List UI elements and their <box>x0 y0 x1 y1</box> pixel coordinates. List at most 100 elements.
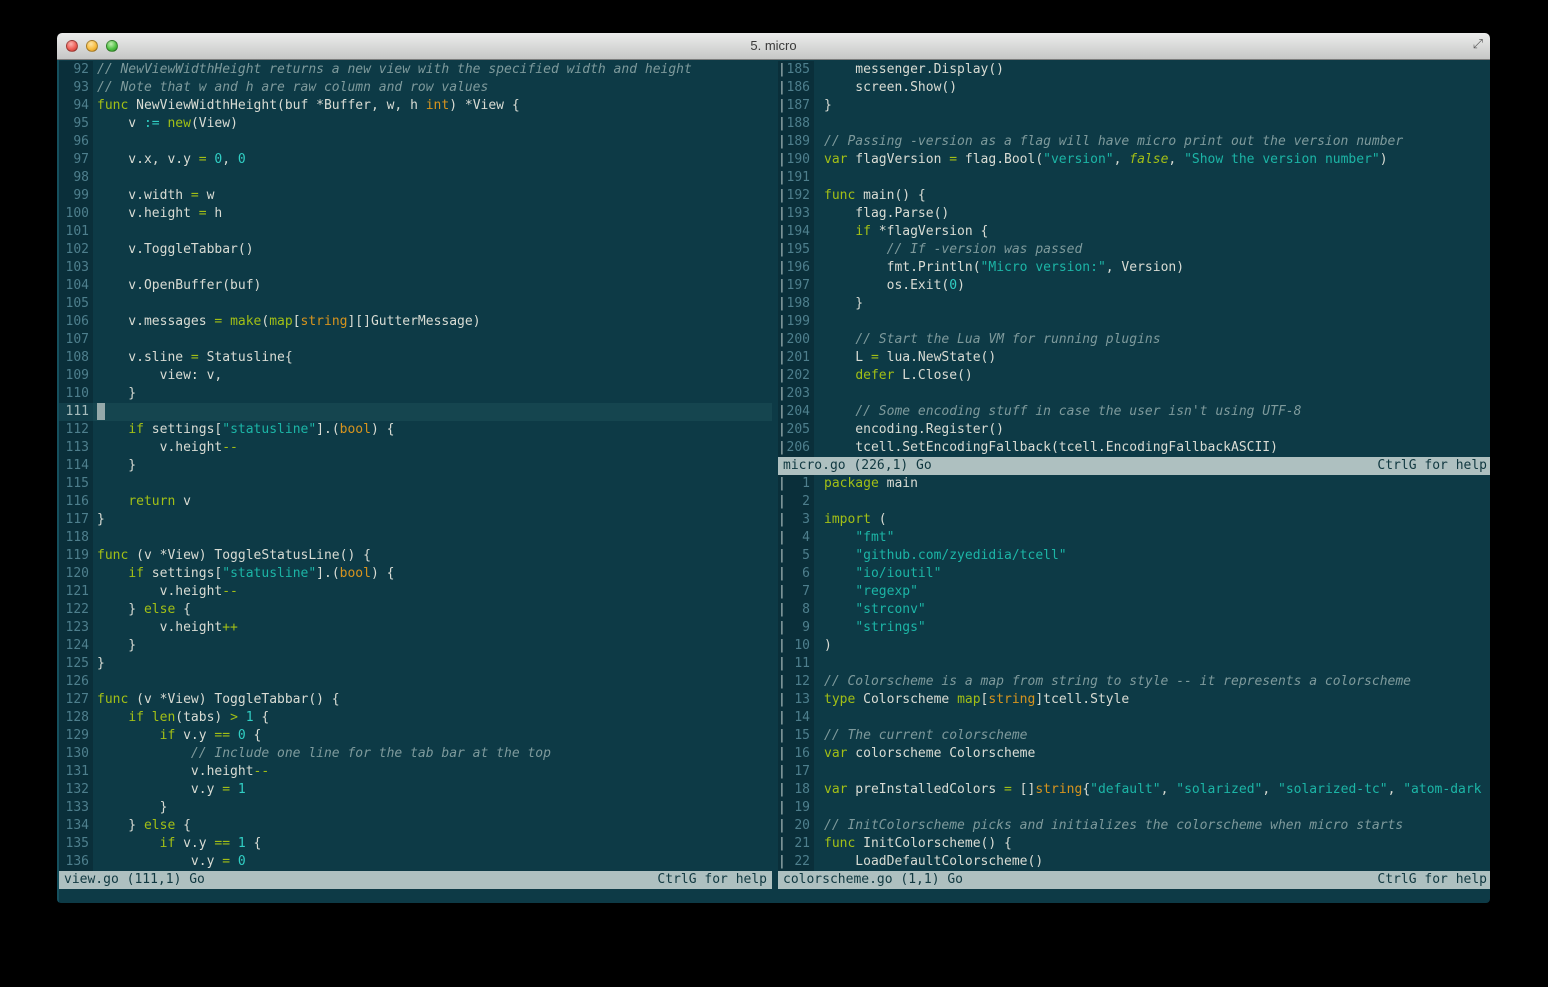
code-line[interactable]: 116 return v <box>59 493 772 511</box>
code-line[interactable]: 120 if settings["statusline"].(bool) { <box>59 565 772 583</box>
code-line[interactable]: 113 v.height-- <box>59 439 772 457</box>
resize-icon[interactable]: ⤢ <box>1473 37 1483 52</box>
code-line[interactable]: 111 <box>59 403 772 421</box>
code-line[interactable]: 117} <box>59 511 772 529</box>
code-line[interactable]: | 192 func main() { <box>778 187 1490 205</box>
code-line[interactable]: 99 v.width = w <box>59 187 772 205</box>
line-number: 11 <box>786 655 814 673</box>
code-line[interactable]: | 190 var flagVersion = flag.Bool("version… <box>778 151 1490 169</box>
code-line[interactable]: 125} <box>59 655 772 673</box>
code-line[interactable]: | 7 "regexp" <box>778 583 1490 601</box>
code-line[interactable]: | 196 fmt.Println("Micro version:", Versi… <box>778 259 1490 277</box>
code-line[interactable]: 102 v.ToggleTabbar() <box>59 241 772 259</box>
code-line[interactable]: 126 <box>59 673 772 691</box>
code-line[interactable]: | 194 if *flagVersion { <box>778 223 1490 241</box>
code-line[interactable]: | 18 var preInstalledColors = []string{"de… <box>778 781 1490 799</box>
code-line[interactable]: | 3 import ( <box>778 511 1490 529</box>
code-pane-colorscheme-go[interactable]: | 1 package main | 2 | 3 import (| 4 "fmt" | 5 "gi… <box>778 475 1490 871</box>
code-line[interactable]: | 203 <box>778 385 1490 403</box>
code-line[interactable]: | 1 package main <box>778 475 1490 493</box>
line-number: 111 <box>59 403 93 421</box>
code-line[interactable]: 124 } <box>59 637 772 655</box>
code-line[interactable]: 104 v.OpenBuffer(buf) <box>59 277 772 295</box>
code-line[interactable]: | 19 <box>778 799 1490 817</box>
code-line[interactable]: 96 <box>59 133 772 151</box>
code-line[interactable]: | 200 // Start the Lua VM for running plu… <box>778 331 1490 349</box>
code-text: } <box>93 385 772 403</box>
code-line[interactable]: | 14 <box>778 709 1490 727</box>
code-line[interactable]: | 21 func InitColorscheme() { <box>778 835 1490 853</box>
code-line[interactable]: 97 v.x, v.y = 0, 0 <box>59 151 772 169</box>
code-line[interactable]: 129 if v.y == 0 { <box>59 727 772 745</box>
window-titlebar[interactable]: 5. micro ⤢ <box>57 33 1490 60</box>
code-line[interactable]: 105 <box>59 295 772 313</box>
code-line[interactable]: | 20 // InitColorscheme picks and initiali… <box>778 817 1490 835</box>
code-line[interactable]: 122 } else { <box>59 601 772 619</box>
code-line[interactable]: 106 v.messages = make(map[string][]Gutte… <box>59 313 772 331</box>
code-line[interactable]: 115 <box>59 475 772 493</box>
code-line[interactable]: | 197 os.Exit(0) <box>778 277 1490 295</box>
code-line[interactable]: 109 view: v, <box>59 367 772 385</box>
code-line[interactable]: 101 <box>59 223 772 241</box>
code-line[interactable]: 95 v := new(View) <box>59 115 772 133</box>
code-line[interactable]: | 6 "io/ioutil" <box>778 565 1490 583</box>
code-line[interactable]: 123 v.height++ <box>59 619 772 637</box>
code-line[interactable]: | 189 // Passing -version as a flag will h… <box>778 133 1490 151</box>
code-line[interactable]: 130 // Include one line for the tab bar … <box>59 745 772 763</box>
code-line[interactable]: | 188 <box>778 115 1490 133</box>
code-line[interactable]: 136 v.y = 0 <box>59 853 772 871</box>
code-line[interactable]: 132 v.y = 1 <box>59 781 772 799</box>
code-line[interactable]: | 2 <box>778 493 1490 511</box>
code-line[interactable]: 131 v.height-- <box>59 763 772 781</box>
code-line[interactable]: 94 func NewViewWidthHeight(buf *Buffer, w… <box>59 97 772 115</box>
code-line[interactable]: 93 // Note that w and h are raw column an… <box>59 79 772 97</box>
code-line[interactable]: | 187} <box>778 97 1490 115</box>
code-line[interactable]: 103 <box>59 259 772 277</box>
code-line[interactable]: 112 if settings["statusline"].(bool) { <box>59 421 772 439</box>
code-line[interactable]: | 22 LoadDefaultColorscheme() <box>778 853 1490 871</box>
code-line[interactable]: 118 <box>59 529 772 547</box>
code-line[interactable]: | 12 // Colorscheme is a map from string t… <box>778 673 1490 691</box>
line-number: 113 <box>59 439 93 457</box>
code-line[interactable]: | 205 encoding.Register() <box>778 421 1490 439</box>
code-token: NewViewWidthHeight(buf *Buffer, w, h <box>128 98 426 113</box>
code-line[interactable]: | 5 "github.com/zyedidia/tcell" <box>778 547 1490 565</box>
code-line[interactable]: 133 } <box>59 799 772 817</box>
code-line[interactable]: 108 v.sline = Statusline{ <box>59 349 772 367</box>
code-line[interactable]: | 17 <box>778 763 1490 781</box>
code-line[interactable]: | 198 } <box>778 295 1490 313</box>
code-line[interactable]: | 204 // Some encoding stuff in case the … <box>778 403 1490 421</box>
code-line[interactable]: 121 v.height-- <box>59 583 772 601</box>
code-line[interactable]: | 16 var colorscheme Colorscheme <box>778 745 1490 763</box>
code-line[interactable]: | 206 tcell.SetEncodingFallback(tcell.Enc… <box>778 439 1490 457</box>
code-line[interactable]: | 186 screen.Show() <box>778 79 1490 97</box>
code-line[interactable]: | 10) <box>778 637 1490 655</box>
code-line[interactable]: 134 } else { <box>59 817 772 835</box>
code-line[interactable]: 92 // NewViewWidthHeight returns a new vi… <box>59 61 772 79</box>
code-line[interactable]: | 9 "strings" <box>778 619 1490 637</box>
code-line[interactable]: | 13 type Colorscheme map[string]tcell.Sty… <box>778 691 1490 709</box>
code-line[interactable]: | 11 <box>778 655 1490 673</box>
code-line[interactable]: 107 <box>59 331 772 349</box>
code-line[interactable]: 119 func (v *View) ToggleStatusLine() { <box>59 547 772 565</box>
code-line[interactable]: 114 } <box>59 457 772 475</box>
code-line[interactable]: | 202 defer L.Close() <box>778 367 1490 385</box>
code-line[interactable]: 128 if len(tabs) > 1 { <box>59 709 772 727</box>
code-line[interactable]: 127 func (v *View) ToggleTabbar() { <box>59 691 772 709</box>
code-line[interactable]: | 201 L = lua.NewState() <box>778 349 1490 367</box>
code-line[interactable]: 100 v.height = h <box>59 205 772 223</box>
code-line[interactable]: 110 } <box>59 385 772 403</box>
code-line[interactable]: 98 <box>59 169 772 187</box>
code-pane-micro-go[interactable]: | 185 messenger.Display() | 186 screen.Show… <box>778 61 1490 457</box>
code-line[interactable]: | 8 "strconv" <box>778 601 1490 619</box>
code-line[interactable]: | 15 // The current colorscheme <box>778 727 1490 745</box>
code-line[interactable]: | 4 "fmt" <box>778 529 1490 547</box>
code-line[interactable]: | 199 <box>778 313 1490 331</box>
code-line[interactable]: | 193 flag.Parse() <box>778 205 1490 223</box>
code-line[interactable]: | 195 // If -version was passed <box>778 241 1490 259</box>
code-pane-view-go[interactable]: 92 // NewViewWidthHeight returns a new vi… <box>59 61 772 871</box>
code-token: , <box>1113 152 1130 167</box>
code-line[interactable]: 135 if v.y == 1 { <box>59 835 772 853</box>
code-line[interactable]: | 185 messenger.Display() <box>778 61 1490 79</box>
code-line[interactable]: | 191 <box>778 169 1490 187</box>
